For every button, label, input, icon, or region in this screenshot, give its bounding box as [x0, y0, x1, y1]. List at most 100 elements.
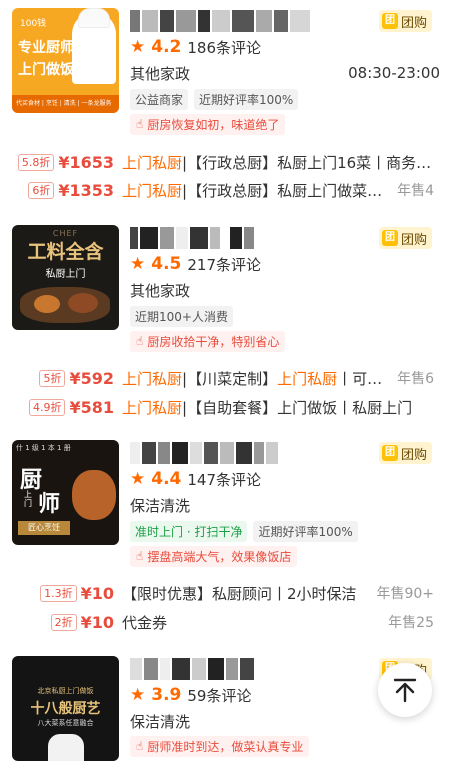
review-snippet-row: ☝ 厨房恢复如初，味道绝了	[130, 112, 440, 136]
category: 其他家政	[130, 281, 191, 300]
back-to-top-button[interactable]	[378, 663, 432, 717]
deal-price: ¥10	[80, 583, 114, 603]
shop-name-obscured	[130, 227, 254, 249]
group-buy-label: 团购	[400, 232, 427, 248]
thumb-sub-text: 八大菜系任意融合	[37, 719, 94, 727]
tag: 近期好评率100%	[194, 88, 299, 110]
category: 保洁清洗	[130, 496, 191, 515]
category-row: 保洁清洗	[130, 492, 440, 518]
thumb-headline-1: 十八般厨艺	[30, 701, 101, 717]
discount-badge: 6折	[28, 181, 55, 199]
shop-card[interactable]: 100钱 专业厨师 上门做饭 代买食材 | 烹饪 | 清洗 | 一条龙服务 团 …	[0, 8, 450, 208]
deal-description: 代金券	[122, 613, 168, 632]
category: 其他家政	[130, 64, 191, 83]
shop-card[interactable]: 什 1 级 1 本 1 册 厨 上门 师 匠心烹饪 团 团购 ★ 4.4 147…	[0, 440, 450, 640]
group-buy-badge: 团 团购	[378, 227, 432, 249]
thumb-top-text: 北京私厨上门做饭	[37, 687, 94, 695]
thumb-headline-2: 私厨上门	[45, 269, 86, 280]
annual-sales: 年售90+	[376, 586, 434, 602]
category-row: 其他家政 08:30-23:00	[130, 60, 440, 86]
tags-row: 公益商家 近期好评率100%	[130, 86, 440, 112]
discount-badge: 4.9折	[28, 398, 66, 416]
review-snippet: ☝ 厨房收拾干净，特别省心	[130, 330, 286, 352]
group-buy-label: 团购	[400, 15, 427, 31]
rating-row: ★ 4.4 147条评论	[130, 466, 440, 492]
group-buy-label: 团购	[400, 447, 427, 463]
shop-name-obscured	[130, 10, 310, 32]
tags-row: 近期100+人消费	[130, 303, 440, 329]
thumb-headline-2: 上门做饭	[18, 62, 74, 78]
thumb-headline-1: 工料全含	[27, 241, 104, 263]
thumb-headline-3: 师	[38, 491, 61, 517]
deal-row[interactable]: 4.9折 ¥581 上门私厨|【自助套餐】上门做饭丨私厨上门	[0, 393, 450, 421]
shop-thumbnail[interactable]: 100钱 专业厨师 上门做饭 代买食材 | 烹饪 | 清洗 | 一条龙服务	[12, 8, 119, 113]
rating-score: 4.4	[151, 469, 182, 489]
annual-sales: 年售6	[397, 371, 434, 387]
star-icon: ★	[130, 684, 146, 705]
group-buy-icon: 团	[381, 445, 398, 461]
shop-thumbnail[interactable]: 北京私厨上门做饭 十八般厨艺 八大菜系任意融合	[12, 656, 119, 761]
review-snippet-text: 厨房收拾干净，特别省心	[147, 334, 280, 349]
deal-price: ¥581	[69, 397, 114, 417]
rating-row: ★ 4.5 217条评论	[130, 251, 440, 277]
review-count: 186条评论	[187, 38, 262, 57]
rating-score: 4.2	[151, 37, 182, 57]
annual-sales: 年售4	[397, 183, 434, 199]
category: 保洁清洗	[130, 712, 191, 731]
review-snippet: ☝ 摆盘高端大气，效果像饭店	[130, 545, 298, 567]
review-snippet-row: ☝ 厨房收拾干净，特别省心	[130, 329, 440, 353]
star-icon: ★	[130, 36, 146, 57]
thumb-footer: 匠心烹饪	[18, 521, 70, 535]
rating-row: ★ 4.2 186条评论	[130, 34, 440, 60]
thumb-footer: 代买食材 | 烹饪 | 清洗 | 一条龙服务	[12, 95, 119, 113]
thumb-headline-1: 专业厨师	[18, 40, 74, 56]
deal-description: 上门私厨|【行政总厨】私厨上门做菜…	[122, 181, 383, 200]
discount-badge: 2折	[50, 613, 77, 631]
deal-description: 上门私厨|【自助套餐】上门做饭丨私厨上门	[122, 398, 413, 417]
food-dish	[68, 293, 98, 313]
chef-figure	[48, 734, 84, 761]
shop-thumbnail[interactable]: 什 1 级 1 本 1 册 厨 上门 师 匠心烹饪	[12, 440, 119, 545]
chef-hat-icon	[78, 8, 110, 28]
food-dish	[34, 295, 60, 313]
group-buy-badge: 团 团购	[378, 442, 432, 464]
deal-price: ¥592	[69, 368, 114, 388]
arrow-up-to-top-icon	[393, 678, 417, 703]
shop-name-row[interactable]: 团 团购	[130, 440, 440, 466]
review-snippet-text: 摆盘高端大气，效果像饭店	[147, 549, 292, 564]
star-icon: ★	[130, 468, 146, 489]
review-snippet-text: 厨师准时到达，做菜认真专业	[147, 739, 304, 754]
tag: 近期100+人消费	[130, 305, 233, 327]
shop-name-row[interactable]: 团 团购	[130, 8, 440, 34]
shop-name-row[interactable]: 团 团购	[130, 225, 440, 251]
star-icon: ★	[130, 253, 146, 274]
discount-badge: 5.8折	[17, 153, 55, 171]
shop-card[interactable]: CHEF 工料全含 私厨上门 团 团购 ★ 4.5 217条评论 其他家政 近期…	[0, 225, 450, 425]
review-snippet: ☝ 厨师准时到达，做菜认真专业	[130, 735, 310, 757]
review-count: 217条评论	[187, 255, 262, 274]
review-snippet-text: 厨房恢复如初，味道绝了	[147, 117, 280, 132]
review-count: 147条评论	[187, 470, 262, 489]
review-snippet-row: ☝ 摆盘高端大气，效果像饭店	[130, 544, 440, 568]
deal-row[interactable]: 6折 ¥1353 上门私厨|【行政总厨】私厨上门做菜… 年售4	[0, 176, 450, 204]
deal-description: 上门私厨|【川菜定制】上门私厨丨可…	[122, 369, 383, 388]
tags-row: 准时上门 · 打扫干净 近期好评率100%	[130, 518, 440, 544]
thumbs-up-icon: ☝	[136, 334, 144, 348]
thumb-brand: 100钱	[20, 19, 47, 29]
deal-row[interactable]: 5.8折 ¥1653 上门私厨|【行政总厨】私厨上门16菜丨商务…	[0, 148, 450, 176]
review-snippet: ☝ 厨房恢复如初，味道绝了	[130, 113, 286, 135]
deal-row[interactable]: 1.3折 ¥10 【限时优惠】私厨顾问丨2小时保洁 年售90+	[0, 579, 450, 607]
rating-score: 3.9	[151, 685, 182, 705]
deal-row[interactable]: 5折 ¥592 上门私厨|【川菜定制】上门私厨丨可… 年售6	[0, 364, 450, 392]
review-count: 59条评论	[187, 686, 252, 705]
thumb-top-text: 什 1 级 1 本 1 册	[16, 444, 71, 452]
deal-description: 【限时优惠】私厨顾问丨2小时保洁	[122, 584, 357, 603]
rating-score: 4.5	[151, 254, 182, 274]
discount-badge: 1.3折	[40, 584, 77, 602]
shop-thumbnail[interactable]: CHEF 工料全含 私厨上门	[12, 225, 119, 330]
thumbs-up-icon: ☝	[136, 739, 144, 753]
deal-row[interactable]: 2折 ¥10 代金券 年售25	[0, 608, 450, 636]
deal-price: ¥1653	[58, 152, 114, 172]
category-row: 其他家政	[130, 277, 440, 303]
thumbs-up-icon: ☝	[136, 117, 144, 131]
